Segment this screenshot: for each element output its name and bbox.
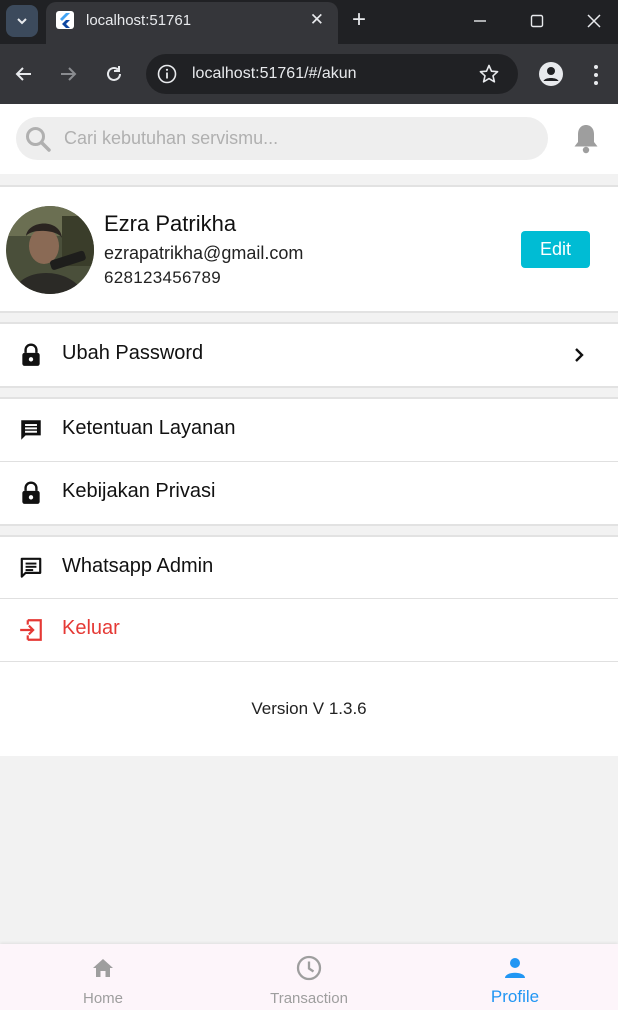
window-close-icon[interactable] bbox=[582, 9, 606, 33]
menu-label-change-password: Ubah Password bbox=[62, 342, 204, 364]
back-arrow-icon[interactable] bbox=[12, 62, 36, 86]
address-bar[interactable]: localhost:51761/#/akun bbox=[146, 54, 518, 94]
menu-item-change-password[interactable]: Ubah Password bbox=[0, 324, 618, 386]
lock-icon bbox=[22, 343, 40, 366]
site-info-icon[interactable] bbox=[156, 63, 178, 85]
notification-bell-icon[interactable] bbox=[570, 122, 602, 156]
nav-label-transaction: Transaction bbox=[270, 990, 348, 1007]
new-tab-icon[interactable]: + bbox=[352, 8, 366, 32]
profile-email: ezrapatrikha@gmail.com bbox=[104, 243, 304, 263]
maximize-icon[interactable] bbox=[525, 9, 549, 33]
search-icon bbox=[26, 127, 51, 152]
search-input[interactable] bbox=[64, 117, 534, 160]
tab-close-icon[interactable]: ✕ bbox=[310, 11, 324, 29]
menu-item-terms[interactable]: Ketentuan Layanan bbox=[0, 399, 618, 461]
tab-title: localhost:51761 bbox=[86, 12, 192, 29]
reload-icon[interactable] bbox=[102, 62, 126, 86]
clock-icon bbox=[296, 955, 322, 981]
person-icon bbox=[505, 958, 525, 978]
chevron-down-icon bbox=[17, 18, 27, 25]
logout-icon bbox=[20, 619, 42, 641]
nav-home[interactable]: Home bbox=[0, 944, 206, 1010]
menu-label-privacy: Kebijakan Privasi bbox=[62, 480, 216, 502]
chat-outline-icon bbox=[20, 557, 42, 578]
tab-search-button[interactable] bbox=[6, 5, 38, 37]
browser-profile-icon[interactable] bbox=[539, 62, 563, 86]
nav-label-profile: Profile bbox=[490, 987, 540, 1006]
chevron-right-icon bbox=[575, 348, 584, 362]
browser-tab[interactable]: localhost:51761 ✕ bbox=[46, 2, 338, 44]
menu-item-whatsapp[interactable]: Whatsapp Admin bbox=[0, 537, 618, 599]
minimize-icon[interactable] bbox=[468, 9, 492, 33]
browser-toolbar: localhost:51761/#/akun bbox=[0, 44, 618, 104]
bottom-navigation: Home Transaction Profile bbox=[0, 944, 618, 1010]
browser-tab-bar: localhost:51761 ✕ + bbox=[0, 0, 618, 44]
profile-phone: 628123456789 bbox=[104, 268, 222, 287]
app-header bbox=[0, 104, 618, 174]
flutter-favicon-icon bbox=[56, 11, 74, 29]
menu-label-logout: Keluar bbox=[62, 617, 120, 639]
menu-item-privacy[interactable]: Kebijakan Privasi bbox=[0, 462, 618, 524]
menu-label-terms: Ketentuan Layanan bbox=[62, 417, 236, 439]
message-icon bbox=[21, 420, 41, 440]
search-bar[interactable] bbox=[16, 117, 548, 160]
nav-label-home: Home bbox=[82, 990, 123, 1007]
more-vert-icon[interactable] bbox=[586, 63, 606, 87]
profile-name: Ezra Patrikha bbox=[104, 211, 237, 236]
home-icon bbox=[93, 959, 113, 977]
menu-item-logout[interactable]: Keluar bbox=[0, 599, 618, 661]
menu-label-whatsapp: Whatsapp Admin bbox=[62, 555, 214, 577]
bookmark-star-icon[interactable] bbox=[478, 63, 500, 85]
lock-icon bbox=[22, 481, 40, 504]
nav-transaction[interactable]: Transaction bbox=[206, 944, 412, 1010]
app-version: Version V 1.3.6 bbox=[0, 662, 618, 756]
forward-arrow-icon[interactable] bbox=[56, 62, 80, 86]
nav-profile[interactable]: Profile bbox=[412, 944, 618, 1010]
edit-profile-button[interactable]: Edit bbox=[521, 231, 590, 268]
url-text[interactable]: localhost:51761/#/akun bbox=[192, 65, 357, 83]
profile-card: Ezra Patrikha ezrapatrikha@gmail.com 628… bbox=[0, 185, 618, 313]
avatar[interactable] bbox=[6, 206, 94, 294]
